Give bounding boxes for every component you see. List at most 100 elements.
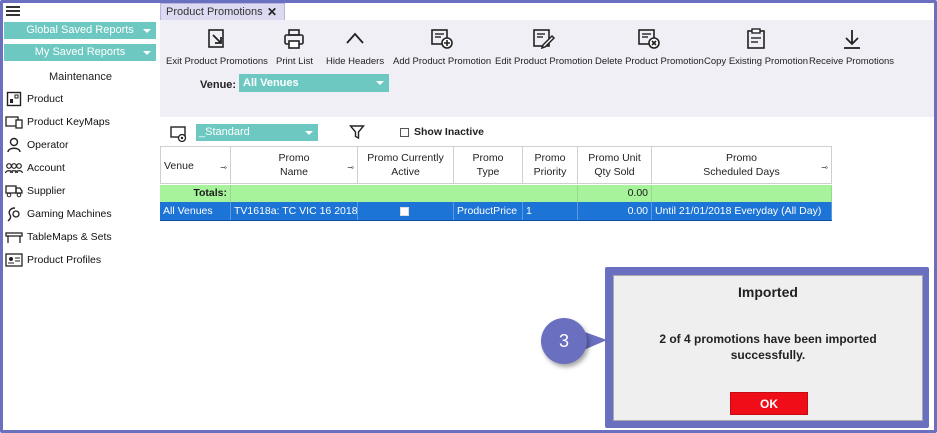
header-line: Scheduled Days <box>703 166 780 178</box>
layout-select[interactable]: _Standard <box>196 124 318 141</box>
sidebar-item-tablemaps[interactable]: TableMaps & Sets <box>3 227 158 247</box>
header-line: Promo <box>278 152 310 164</box>
sidebar: Global Saved Reports My Saved Reports Ma… <box>3 3 158 430</box>
delete-product-promotion-button[interactable]: Delete Product Promotion <box>595 27 704 67</box>
step-callout: 3 <box>541 318 609 364</box>
product-icon <box>4 91 24 107</box>
header-promo-priority[interactable]: Promo Priority <box>523 147 578 183</box>
hide-headers-label: Hide Headers <box>326 56 385 67</box>
edit-product-promotion-button[interactable]: Edit Product Promotion <box>495 27 593 67</box>
sidebar-item-label: Supplier <box>27 185 66 197</box>
cell-promo-type: ProductPrice <box>454 202 523 220</box>
header-venue-label: Venue <box>164 160 194 172</box>
pin-icon[interactable]: ⊸ <box>220 161 227 175</box>
hide-headers-button[interactable]: Hide Headers <box>326 27 384 67</box>
sidebar-item-label: Account <box>27 162 65 174</box>
chevron-down-icon <box>305 131 313 135</box>
header-promo-name[interactable]: Promo Name ⊸ <box>231 147 358 183</box>
active-checkbox[interactable] <box>400 207 409 216</box>
layout-view-icon[interactable] <box>170 126 188 145</box>
profile-icon <box>4 252 24 268</box>
my-saved-reports-dropdown[interactable]: My Saved Reports <box>4 44 156 61</box>
cell-venue: All Venues <box>160 202 231 220</box>
imported-dialog: Imported 2 of 4 promotions have been imp… <box>613 275 923 421</box>
sidebar-item-account[interactable]: Account <box>3 158 158 178</box>
header-line: Name <box>279 166 308 178</box>
sidebar-item-product-profiles[interactable]: Product Profiles <box>3 250 158 270</box>
pin-icon[interactable]: ⊸ <box>821 161 828 175</box>
chevron-down-icon <box>143 51 151 55</box>
layout-value: _Standard <box>199 126 250 138</box>
clipboard-icon <box>744 27 768 51</box>
tab-product-promotions[interactable]: Product Promotions ✕ <box>160 3 285 20</box>
cell-qty-sold: 0.00 <box>578 202 652 220</box>
receive-label: Receive Promotions <box>809 56 895 67</box>
header-line: Promo Currently <box>367 152 444 164</box>
chevron-up-icon <box>343 27 367 51</box>
sidebar-item-supplier[interactable]: Supplier <box>3 181 158 201</box>
close-icon[interactable]: ✕ <box>267 4 277 20</box>
hamburger-menu-icon[interactable] <box>6 5 20 17</box>
header-line: Qty Sold <box>594 166 635 178</box>
receive-promotions-button[interactable]: Receive Promotions <box>809 27 894 67</box>
operator-icon <box>4 137 24 153</box>
sidebar-item-operator[interactable]: Operator <box>3 135 158 155</box>
venue-label: Venue: <box>200 79 237 91</box>
maintenance-heading: Maintenance <box>49 71 112 83</box>
callout-number: 3 <box>541 318 587 364</box>
tab-label: Product Promotions <box>166 6 263 18</box>
sidebar-item-label: Product KeyMaps <box>27 116 110 128</box>
tablemap-icon <box>4 229 24 245</box>
checkbox-box[interactable] <box>400 127 409 137</box>
add-product-promotion-button[interactable]: Add Product Promotion <box>393 27 491 67</box>
sidebar-item-product-keymaps[interactable]: Product KeyMaps <box>3 112 158 132</box>
table-row[interactable]: All Venues TV1618a: TC VIC 16 2018 Produ… <box>160 202 832 221</box>
header-line: Promo <box>726 152 757 164</box>
exit-product-promotions-button[interactable]: Exit Product Promotions <box>166 27 268 67</box>
grid-header-row: Venue ⊸ Promo Name ⊸ Promo Currently Acti… <box>160 146 832 184</box>
keymap-icon <box>4 114 24 130</box>
header-currently-active[interactable]: Promo Currently Active <box>358 147 454 183</box>
delete-label: Delete Product Promotion <box>595 56 704 67</box>
totals-empty <box>231 185 578 202</box>
header-line: Priority <box>533 166 567 178</box>
venue-select[interactable]: All Venues <box>239 74 389 92</box>
header-line: Promo <box>534 152 566 164</box>
header-promo-type[interactable]: Promo Type <box>454 147 523 183</box>
ok-button[interactable]: OK <box>730 392 808 415</box>
header-line: Type <box>476 166 500 178</box>
print-label: Print List <box>276 56 313 67</box>
sidebar-item-label: Operator <box>27 139 69 151</box>
download-arrow-icon <box>840 27 864 51</box>
print-list-button[interactable]: Print List <box>276 27 313 67</box>
header-venue[interactable]: Venue ⊸ <box>160 147 231 183</box>
exit-icon <box>205 27 229 51</box>
header-line: Active <box>391 166 420 178</box>
copy-label: Copy Existing Promotion <box>704 56 809 67</box>
sidebar-item-product[interactable]: Product <box>3 89 158 109</box>
exit-label: Exit Product Promotions <box>166 56 268 67</box>
add-label: Add Product Promotion <box>393 56 492 67</box>
add-document-icon <box>430 27 454 51</box>
copy-existing-promotion-button[interactable]: Copy Existing Promotion <box>704 27 808 67</box>
sidebar-item-gaming-machines[interactable]: Gaming Machines <box>3 204 158 224</box>
filter-icon[interactable] <box>349 124 365 143</box>
pin-icon[interactable]: ⊸ <box>347 161 354 175</box>
delete-document-icon <box>637 27 661 51</box>
supplier-icon <box>4 183 24 199</box>
show-inactive-label: Show Inactive <box>414 126 485 138</box>
totals-label: Totals: <box>160 185 231 202</box>
dialog-message: 2 of 4 promotions have been imported suc… <box>659 332 877 362</box>
totals-empty <box>652 185 832 202</box>
header-scheduled-days[interactable]: Promo Scheduled Days ⊸ <box>652 147 832 183</box>
cell-currently-active <box>358 202 454 220</box>
cell-promo-name: TV1618a: TC VIC 16 2018 <box>231 202 358 220</box>
account-icon <box>4 160 24 176</box>
chevron-down-icon <box>143 29 151 33</box>
global-saved-reports-dropdown[interactable]: Global Saved Reports <box>4 22 156 39</box>
totals-qty: 0.00 <box>578 185 652 202</box>
cell-promo-priority: 1 <box>523 202 578 220</box>
show-inactive-checkbox[interactable]: Show Inactive <box>400 126 484 138</box>
printer-icon <box>282 27 306 51</box>
header-qty-sold[interactable]: Promo Unit Qty Sold <box>578 147 652 183</box>
